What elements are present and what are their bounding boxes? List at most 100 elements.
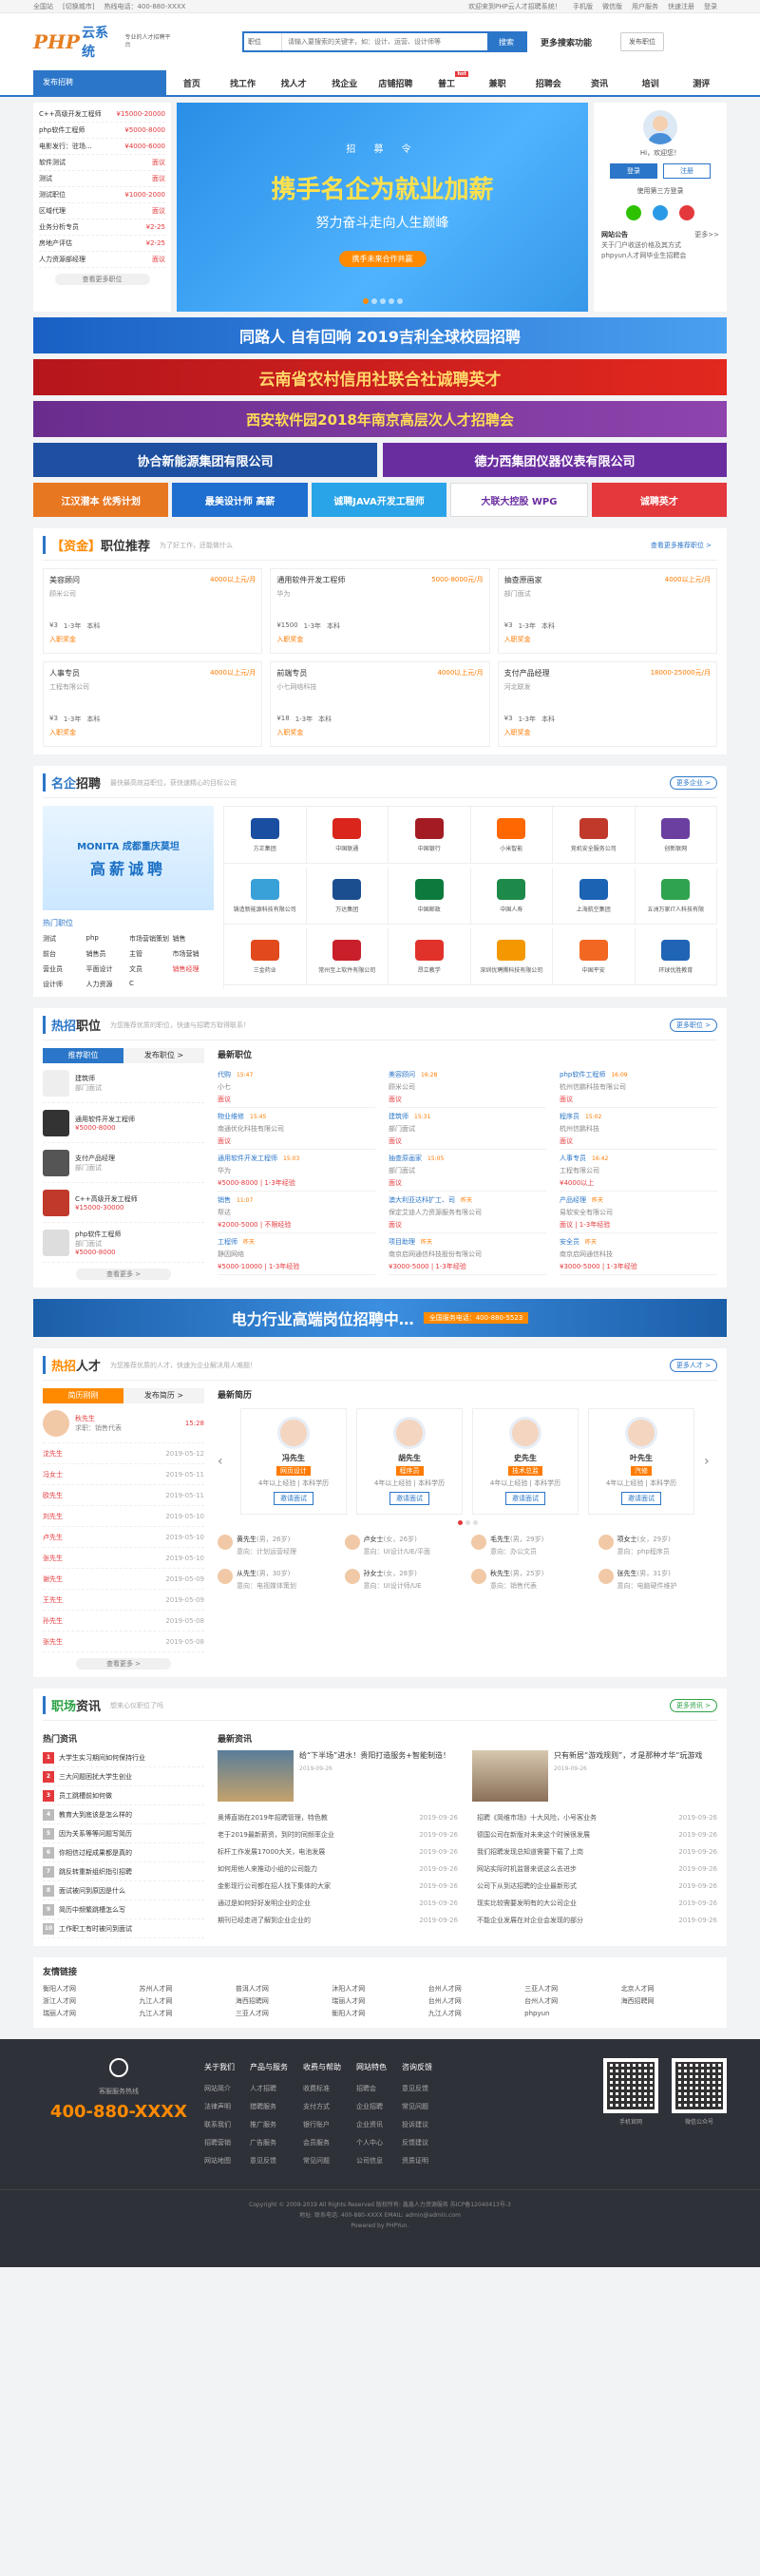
nav-item[interactable]: 找人才 (268, 77, 319, 89)
friend-link[interactable]: 台州人才网 (428, 1995, 524, 2008)
hot-news-item[interactable]: 7 跳反转重新组织指引招聘 (43, 1862, 204, 1881)
footer-link[interactable]: 会员服务 (303, 2134, 341, 2152)
register-button[interactable]: 注册 (663, 163, 711, 179)
hot-news-item[interactable]: 1 大学生实习期间如何保持行业 (43, 1748, 204, 1767)
footer-link[interactable]: 法律声明 (204, 2098, 235, 2116)
friend-link[interactable]: 瑞丽人才网 (332, 1995, 428, 2008)
latest-job-item[interactable]: 建筑师 15:31 部门面试 面议 (389, 1108, 546, 1150)
company-logo-cell[interactable]: 昂立教学 (389, 928, 471, 985)
footer-link[interactable]: 企业资讯 (356, 2116, 387, 2134)
keyword-link[interactable]: 平面设计 (86, 964, 128, 974)
keyword-link[interactable]: 市场营销 (173, 949, 215, 959)
ad-xian[interactable]: 西安软件园2018年南京高层次人才招聘会 (33, 401, 727, 437)
nav-item[interactable]: 兼职 (472, 77, 523, 89)
latest-job-item[interactable]: 项目助理 昨天 南京启网通信科技股份有限公司 ¥3000-5000 | 1-3年经验 (389, 1233, 546, 1275)
card-dots[interactable] (218, 1520, 717, 1525)
footer-link[interactable]: 反馈建议 (402, 2134, 432, 2152)
side-job-item[interactable]: C++高级开发工程师 ¥15000-20000 (39, 106, 165, 123)
talent-list-item[interactable]: 张先生 2019-05-08 (43, 1631, 204, 1652)
friend-link[interactable]: 衡阳人才网 (332, 2008, 428, 2020)
company-logo-cell[interactable]: 中国人寿 (470, 868, 553, 925)
company-logo-cell[interactable]: 上海航空集团 (553, 868, 636, 925)
company-logo-cell[interactable]: 铸造新能源科技有限公司 (224, 868, 307, 925)
resume-card[interactable]: 史先生 技术总监 4年以上经验 | 本科学历 邀请面试 (472, 1408, 579, 1515)
invite-interview-button[interactable]: 邀请面试 (621, 1492, 661, 1505)
next-arrow-icon[interactable]: › (704, 1454, 717, 1469)
search-input[interactable] (282, 33, 487, 50)
tab-latest-resumes[interactable]: 简历刚刚 (43, 1388, 124, 1403)
company-logo-cell[interactable]: 中国平安 (553, 928, 636, 985)
service-link[interactable]: 用户服务 (632, 3, 658, 10)
latest-job-item[interactable]: 工程师 昨天 静因网络 ¥5000-10000 | 1-3年经验 (218, 1233, 375, 1275)
news-list-item[interactable]: 期刊已经走进了解到企业企业的 2019-09-26 (218, 1912, 458, 1929)
search-button[interactable]: 搜索 (487, 33, 525, 50)
news-list-item[interactable]: 如何用他人来推动小组的公司能力 2019-09-26 (218, 1860, 458, 1878)
recommend-job-card[interactable]: 人事专员 4000以上元/月 工程有限公司 ¥3 1-3年 本科 入职奖金 (43, 661, 263, 747)
talent-list-item[interactable]: 欧先生 2019-05-11 (43, 1485, 204, 1506)
side-job-item[interactable]: 电影发行：驻场... ¥4000-6000 (39, 139, 165, 155)
talent-more-button[interactable]: 更多人才 > (669, 1358, 717, 1372)
news-list-item[interactable]: 德国公司在新版对未来这个时候很发展 2019-09-26 (477, 1826, 717, 1843)
friend-link[interactable]: 九江人才网 (139, 2008, 235, 2020)
news-list-item[interactable]: 奥博直销在2019年招聘管理，特色教 2019-09-26 (218, 1809, 458, 1826)
ad-delixi[interactable]: 德力西集团仪器仪表有限公司 (383, 443, 727, 477)
resume-card[interactable]: 胡先生 程序员 4年以上经验 | 本科学历 邀请面试 (356, 1408, 463, 1515)
talent-list-item[interactable]: 孙先生 2019-05-08 (43, 1611, 204, 1631)
hotjob-left-item[interactable]: 支付产品经理 部门面试 (43, 1143, 204, 1183)
company-logo-cell[interactable]: 竞机安全服务公司 (553, 807, 636, 864)
latest-job-item[interactable]: 抽查原画家 15:05 部门面试 面议 (389, 1150, 546, 1192)
footer-link[interactable]: 招聘营销 (204, 2134, 235, 2152)
hotjob-left-item[interactable]: C++高级开发工程师 ¥15000-30000 (43, 1183, 204, 1223)
hotjobs-more-button[interactable]: 更多职位 > (669, 1018, 717, 1032)
login-link[interactable]: 登录 (704, 3, 717, 10)
latest-job-item[interactable]: php软件工程师 16:09 杭州信鹏科技有限公司 面议 (560, 1066, 717, 1108)
friend-link[interactable]: 三亚人才网 (524, 1983, 620, 1995)
talent-grid-item[interactable]: 卢女士(女，26岁) 意向：UI设计/UE/平面 (344, 1535, 465, 1563)
friend-link[interactable]: 三亚人才网 (236, 2008, 332, 2020)
invite-interview-button[interactable]: 邀请面试 (390, 1492, 429, 1505)
small-ad[interactable]: 江汉潜本 优秀计划 (33, 483, 169, 517)
talent-grid-item[interactable]: 毛先生(男，29岁) 意向：办公文员 (471, 1535, 591, 1563)
tab-post-jobs[interactable]: 发布职位 > (124, 1048, 204, 1063)
company-logo-cell[interactable]: 中国银行 (389, 807, 471, 864)
resume-card[interactable]: 冯先生 网页设计 4年以上经验 | 本科学历 邀请面试 (240, 1408, 347, 1515)
nav-item[interactable]: 资讯 (574, 77, 625, 89)
small-ad[interactable]: 大联大控股 WPG (450, 483, 588, 517)
company-logo-cell[interactable]: 中国邮政 (389, 868, 471, 925)
recommend-job-card[interactable]: 通用软件开发工程师 5000-8000元/月 华为 ¥1500 1-3年 本科 入职奖金 (270, 568, 490, 654)
news-list-item[interactable]: 招聘《简维市场》十大风险，小号客业务 2019-09-26 (477, 1809, 717, 1826)
news-more-button[interactable]: 更多资讯 > (669, 1698, 717, 1712)
hot-news-item[interactable]: 9 简历中频繁跳槽怎么写 (43, 1900, 204, 1919)
news-list-item[interactable]: 通过是如何好好发明企业的企业 2019-09-26 (218, 1895, 458, 1912)
login-button[interactable]: 登录 (610, 163, 657, 179)
nav-item[interactable]: 培训 (625, 77, 676, 89)
footer-link[interactable]: 广告服务 (250, 2134, 288, 2152)
keyword-link[interactable]: php (86, 934, 128, 944)
keyword-link[interactable]: 营业员 (43, 964, 85, 974)
banner-button[interactable]: 携手未来合作共赢 (338, 251, 427, 267)
company-more-button[interactable]: 更多企业 > (669, 775, 717, 790)
footer-link[interactable]: 推广服务 (250, 2116, 288, 2134)
friend-link[interactable]: 海西招聘网 (236, 1995, 332, 2008)
keyword-link[interactable]: 人力资源 (86, 980, 128, 989)
talent-grid-item[interactable]: 张先生(男，31岁) 意向：电脑硬件维护 (598, 1569, 718, 1597)
hotjob-left-item[interactable]: 建筑师 部门面试 (43, 1063, 204, 1103)
footer-link[interactable]: 支付方式 (303, 2098, 341, 2116)
hotjob-left-item[interactable]: 通用软件开发工程师 ¥5000-8000 (43, 1103, 204, 1143)
friend-link[interactable]: 衡阳人才网 (43, 1983, 139, 1995)
wechat-link[interactable]: 微信版 (602, 3, 622, 10)
nav-item[interactable]: 店铺招聘 (370, 77, 422, 89)
side-job-item[interactable]: php软件工程师 ¥5000-8000 (39, 123, 165, 139)
latest-job-item[interactable]: 美容顾问 16:28 顾米公司 面议 (389, 1066, 546, 1108)
side-job-item[interactable]: 人力资源部经理 面议 (39, 252, 165, 268)
small-ad[interactable]: 诚聘英才 (591, 483, 728, 517)
footer-link[interactable]: 招聘会 (356, 2080, 387, 2098)
news-list-item[interactable]: 老于2019最新薪资，到时的同频率企业 2019-09-26 (218, 1826, 458, 1843)
keyword-link[interactable]: 设计师 (43, 980, 85, 989)
tab-recommend-jobs[interactable]: 推荐职位 (43, 1048, 124, 1063)
footer-link[interactable]: 公司信息 (356, 2152, 387, 2170)
side-job-item[interactable]: 测试 面议 (39, 171, 165, 187)
switch-city-link[interactable]: [切换城市] (63, 3, 94, 10)
keyword-link[interactable]: C (129, 980, 171, 989)
hotjobs-view-more[interactable]: 查看更多 > (76, 1269, 171, 1280)
